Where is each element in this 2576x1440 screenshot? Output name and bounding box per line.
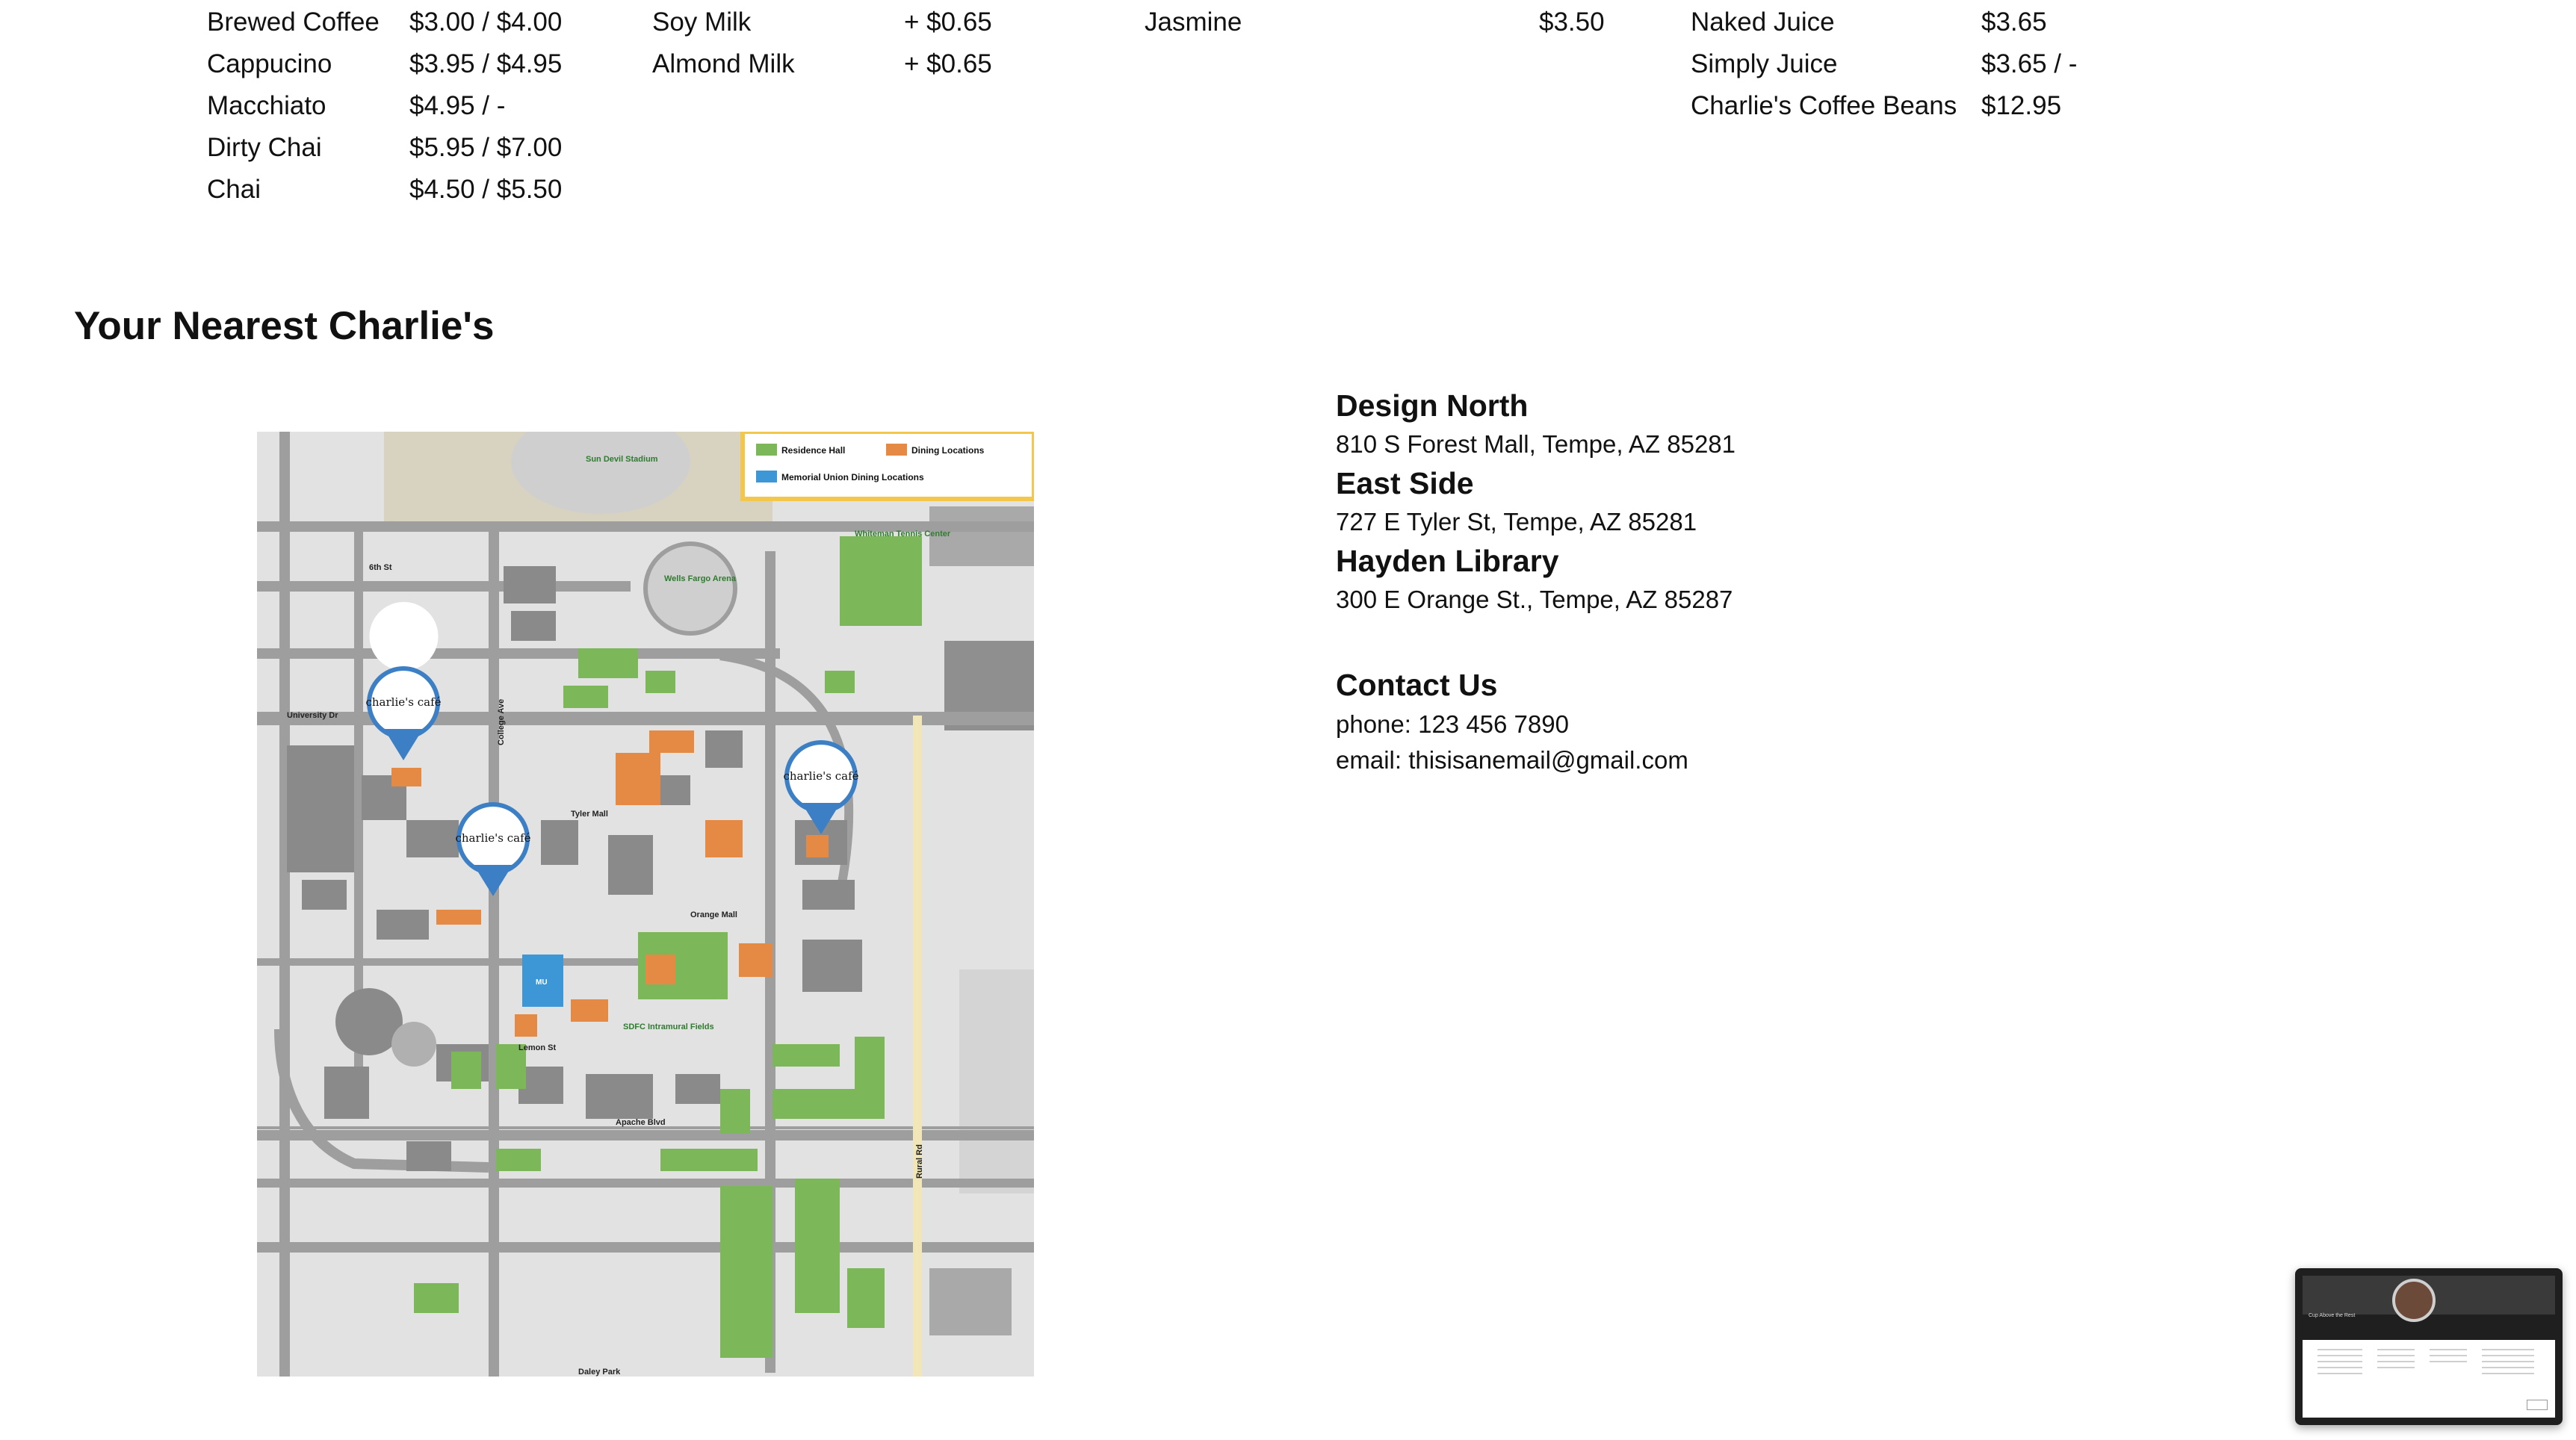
map-label-tyler: Tyler Mall bbox=[571, 810, 608, 819]
legend-dining-label: Dining Locations bbox=[911, 445, 985, 456]
rural-rd-line bbox=[913, 716, 922, 1377]
location-address: 810 S Forest Mall, Tempe, AZ 85281 bbox=[1336, 430, 1736, 458]
campus-map-svg: MU 6th St University Dr Tyler Mall Orang… bbox=[257, 432, 1034, 1377]
coffee-cup-icon bbox=[2392, 1279, 2436, 1322]
map-label-mu: MU bbox=[536, 978, 548, 987]
menu-item-name: Macchiato bbox=[207, 91, 326, 120]
contact-title: Contact Us bbox=[1336, 668, 1498, 702]
map-label-6th: 6th St bbox=[369, 563, 392, 572]
pin-label: charlie's café bbox=[365, 695, 441, 709]
map-legend: Residence Hall Dining Locations Memorial… bbox=[740, 432, 1034, 501]
menu-item-price: $4.50 / $5.50 bbox=[409, 175, 563, 204]
menu-item-price: + $0.65 bbox=[904, 7, 992, 37]
location-name: Design North bbox=[1336, 388, 1529, 423]
menu-item-price: $4.95 / - bbox=[409, 91, 506, 120]
pin-label: charlie's café bbox=[783, 769, 858, 783]
legend-swatch-dining bbox=[886, 444, 907, 456]
menu-item-price: $12.95 bbox=[1981, 91, 2062, 120]
menu-item-price: $3.00 / $4.00 bbox=[409, 7, 563, 37]
map-label-college: College Ave bbox=[497, 699, 506, 745]
campus-map[interactable]: MU 6th St University Dr Tyler Mall Orang… bbox=[257, 432, 1034, 1377]
legend-residence-label: Residence Hall bbox=[781, 445, 845, 456]
menu-item-name: Almond Milk bbox=[652, 49, 795, 78]
menu-item-name: Brewed Coffee bbox=[207, 7, 380, 37]
location-name: Hayden Library bbox=[1336, 544, 1559, 578]
menu-item-price: $5.95 / $7.00 bbox=[409, 133, 563, 162]
menu-item-price: $3.95 / $4.95 bbox=[409, 49, 563, 78]
location-address: 300 E Orange St., Tempe, AZ 85287 bbox=[1336, 586, 1733, 613]
menu-item-price: $3.50 bbox=[1539, 7, 1605, 37]
menu-item-name: Jasmine bbox=[1145, 7, 1242, 37]
pin-label: charlie's café bbox=[455, 831, 530, 845]
thumbnail-body bbox=[2303, 1340, 2555, 1418]
location-name: East Side bbox=[1336, 466, 1474, 500]
menu-item-name: Soy Milk bbox=[652, 7, 752, 37]
contact-email[interactable]: email: thisisanemail@gmail.com bbox=[1336, 746, 1688, 775]
menu-item-name: Simply Juice bbox=[1691, 49, 1838, 78]
section-title-nearest: Your Nearest Charlie's bbox=[74, 304, 495, 348]
map-label-university: University Dr bbox=[287, 711, 338, 720]
menu-item-name: Dirty Chai bbox=[207, 133, 322, 162]
page-preview-thumbnail[interactable]: Cup Above the Rest bbox=[2295, 1268, 2563, 1425]
legend-swatch-residence bbox=[756, 444, 777, 456]
location-address: 727 E Tyler St, Tempe, AZ 85281 bbox=[1336, 508, 1697, 536]
menu-item-price: $3.65 / - bbox=[1981, 49, 2078, 78]
legend-swatch-memorial bbox=[756, 471, 777, 482]
map-label-sdfc: SDFC Intramural Fields bbox=[623, 1022, 714, 1031]
map-label-orange: Orange Mall bbox=[690, 910, 737, 919]
map-label-wells: Wells Fargo Arena bbox=[664, 574, 737, 583]
menu-item-name: Naked Juice bbox=[1691, 7, 1835, 37]
menu-item-name: Chai bbox=[207, 175, 261, 204]
menu-item-price: $3.65 bbox=[1981, 7, 2047, 37]
contact-phone[interactable]: phone: 123 456 7890 bbox=[1336, 710, 1569, 739]
menu-item-name: Cappucino bbox=[207, 49, 332, 78]
map-label-rural: Rural Rd bbox=[915, 1144, 924, 1179]
legend-memorial-label: Memorial Union Dining Locations bbox=[781, 472, 924, 482]
thumbnail-caption: Cup Above the Rest bbox=[2309, 1313, 2356, 1318]
map-label-whiteman: Whiteman Tennis Center bbox=[855, 530, 951, 539]
menu-item-price: + $0.65 bbox=[904, 49, 992, 78]
menu-item-name: Charlie's Coffee Beans bbox=[1691, 91, 1957, 120]
map-label-stadium: Sun Devil Stadium bbox=[586, 455, 658, 464]
map-label-daley: Daley Park bbox=[578, 1368, 621, 1377]
map-label-lemon: Lemon St bbox=[518, 1043, 556, 1052]
map-label-apache: Apache Blvd bbox=[616, 1118, 666, 1127]
